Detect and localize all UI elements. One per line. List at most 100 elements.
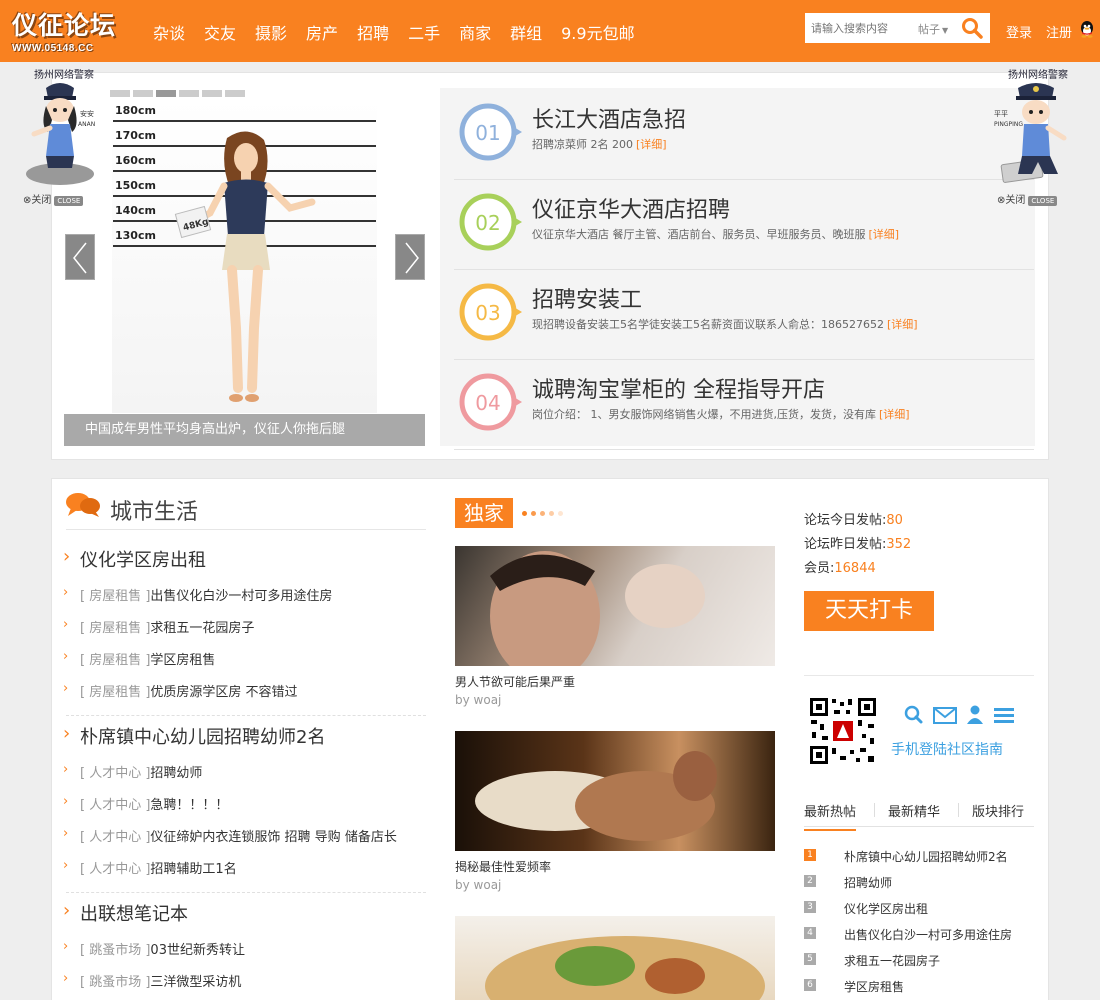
stat-members: 会员:16844: [804, 561, 876, 576]
svg-text:03: 03: [475, 301, 500, 325]
rank-title[interactable]: 求租五一花园房子: [844, 952, 940, 969]
category-tag[interactable]: [ 房屋租售 ]: [80, 653, 150, 668]
city-list-item[interactable]: [ 房屋租售 ]优质房源学区房 不容错过: [63, 681, 298, 700]
login-link[interactable]: 登录: [1006, 22, 1032, 41]
tab-latest-featured[interactable]: 最新精华: [888, 801, 940, 820]
rank-title[interactable]: 出售仪化白沙一村可多用途住房: [844, 926, 1012, 943]
cyber-police-left[interactable]: 扬州网络警察 安安 ANAN ⊗关闭 CLOSE: [20, 66, 102, 206]
category-tag[interactable]: [ 人才中心 ]: [80, 830, 150, 845]
close-cyber-police-left[interactable]: ⊗关闭 CLOSE: [23, 191, 84, 206]
site-logo[interactable]: 仪征论坛 WWW.05148.CC: [12, 6, 140, 58]
qq-penguin-icon[interactable]: [1079, 20, 1095, 38]
city-list-item[interactable]: [ 人才中心 ]招聘幼师: [63, 762, 202, 781]
nav-item-ershou[interactable]: 二手: [408, 20, 440, 44]
ranking-item[interactable]: 6 学区房租售: [804, 978, 1034, 998]
category-tag[interactable]: [ 跳蚤市场 ]: [80, 975, 150, 990]
city-group-title[interactable]: 出联想笔记本: [63, 900, 188, 926]
nav-item-zhaopin[interactable]: 招聘: [357, 20, 389, 44]
job-item[interactable]: 02 仪征京华大酒店招聘 仪征京华大酒店 餐厅主管、酒店前台、服务员、早班服务员、晚…: [454, 180, 1034, 270]
nav-item-baoyou[interactable]: 9.9元包邮: [561, 20, 634, 44]
nav-item-fangchan[interactable]: 房产: [306, 20, 338, 44]
exclusive-author-2[interactable]: by woaj: [455, 878, 501, 892]
city-group-title[interactable]: 朴席镇中心幼儿园招聘幼师2名: [63, 723, 325, 749]
slider-image-height-chart[interactable]: 180cm 170cm 160cm 150cm 140cm 130cm 48Kg: [112, 98, 377, 413]
rank-title[interactable]: 朴席镇中心幼儿园招聘幼师2名: [844, 848, 1008, 865]
nav-item-jiaoyou[interactable]: 交友: [204, 20, 236, 44]
ranking-item[interactable]: 3 仪化学区房出租: [804, 900, 1034, 920]
job-item[interactable]: 03 招聘安装工 现招聘设备安装工5名学徒安装工5名薪资面议联系人俞总：186527…: [454, 270, 1034, 360]
city-list-item[interactable]: [ 跳蚤市场 ]03世纪新秀转让: [63, 939, 245, 958]
mobile-guide-link[interactable]: 手机登陆社区指南: [891, 739, 1003, 759]
city-list-item[interactable]: [ 房屋租售 ]求租五一花园房子: [63, 617, 254, 636]
daily-checkin-button[interactable]: 天天打卡: [804, 591, 934, 631]
nav-item-qunzu[interactable]: 群组: [510, 20, 542, 44]
category-tag[interactable]: [ 人才中心 ]: [80, 862, 150, 877]
post-title[interactable]: 优质房源学区房 不容错过: [150, 685, 297, 700]
job-title[interactable]: 长江大酒店急招: [532, 102, 686, 134]
slider-prev-button[interactable]: [65, 234, 95, 280]
register-link[interactable]: 注册: [1046, 22, 1072, 41]
post-title[interactable]: 仪征缔妒内衣连锁服饰 招聘 导购 储备店长: [150, 830, 396, 845]
job-detail-link[interactable]: [详细]: [879, 408, 910, 421]
top-navbar: 仪征论坛 WWW.05148.CC 杂谈 交友 摄影 房产 招聘 二手 商家 群…: [0, 0, 1100, 62]
category-tag[interactable]: [ 房屋租售 ]: [80, 685, 150, 700]
exclusive-image-2[interactable]: [455, 731, 775, 851]
job-detail-link[interactable]: [详细]: [636, 138, 667, 151]
exclusive-author-1[interactable]: by woaj: [455, 693, 501, 707]
search-type-select[interactable]: 帖子 ▼: [918, 21, 948, 37]
exclusive-caption-2[interactable]: 揭秘最佳性爱频率: [455, 858, 551, 875]
job-title[interactable]: 仪征京华大酒店招聘: [532, 192, 730, 224]
city-list-item[interactable]: [ 人才中心 ]急聘！！！！: [63, 794, 228, 813]
tab-board-ranking[interactable]: 版块排行: [972, 801, 1024, 820]
ranking-item[interactable]: 5 求租五一花园房子: [804, 952, 1034, 972]
svg-text:扬州网络警察: 扬州网络警察: [34, 68, 94, 81]
close-cyber-police-right[interactable]: ⊗关闭 CLOSE: [997, 191, 1058, 206]
category-tag[interactable]: [ 房屋租售 ]: [80, 589, 150, 604]
slider-caption[interactable]: 中国成年男性平均身高出炉，仪征人你拖后腿: [64, 414, 425, 446]
post-title[interactable]: 03世纪新秀转让: [150, 943, 245, 958]
job-item[interactable]: 04 诚聘淘宝掌柜的 全程指导开店 岗位介绍： 1、男女服饰网络销售火爆，不用进货,…: [454, 360, 1034, 450]
post-title[interactable]: 出售仪化白沙一村可多用途住房: [150, 589, 332, 604]
logo-url: WWW.05148.CC: [12, 43, 94, 54]
rank-title[interactable]: 学区房租售: [844, 978, 904, 995]
post-title[interactable]: 学区房租售: [150, 653, 215, 668]
nav-item-zatan[interactable]: 杂谈: [153, 20, 185, 44]
post-title[interactable]: 三洋微型采访机: [150, 975, 241, 990]
job-title[interactable]: 诚聘淘宝掌柜的 全程指导开店: [532, 372, 825, 404]
exclusive-image-1[interactable]: [455, 546, 775, 666]
ranking-item[interactable]: 4 出售仪化白沙一村可多用途住房: [804, 926, 1034, 946]
category-tag[interactable]: [ 人才中心 ]: [80, 766, 150, 781]
post-title[interactable]: 求租五一花园房子: [150, 621, 254, 636]
city-list-item[interactable]: [ 人才中心 ]招聘辅助工1名: [63, 858, 237, 877]
city-group-title[interactable]: 仪化学区房出租: [63, 546, 206, 572]
search-icon[interactable]: [961, 17, 983, 39]
tab-latest-hot[interactable]: 最新热帖: [804, 801, 857, 831]
job-detail-link[interactable]: [详细]: [869, 228, 900, 241]
rank-title[interactable]: 仪化学区房出租: [844, 900, 928, 917]
post-title[interactable]: 招聘辅助工1名: [150, 862, 236, 877]
post-title[interactable]: 招聘幼师: [150, 766, 202, 781]
category-tag[interactable]: [ 房屋租售 ]: [80, 621, 150, 636]
category-tag[interactable]: [ 人才中心 ]: [80, 798, 150, 813]
search-input[interactable]: [811, 20, 907, 37]
slider-next-button[interactable]: [395, 234, 425, 280]
job-detail-link[interactable]: [详细]: [887, 318, 918, 331]
city-list-item[interactable]: [ 跳蚤市场 ]三洋微型采访机: [63, 971, 241, 990]
ranking-item[interactable]: 1 朴席镇中心幼儿园招聘幼师2名: [804, 848, 1034, 868]
job-item[interactable]: 01 长江大酒店急招 招聘凉菜师 2名 200 [详细]: [454, 90, 1034, 180]
nav-item-sheying[interactable]: 摄影: [255, 20, 287, 44]
image-slider[interactable]: 180cm 170cm 160cm 150cm 140cm 130cm 48Kg…: [64, 88, 425, 446]
post-title[interactable]: 急聘！！！！: [150, 798, 228, 813]
exclusive-caption-1[interactable]: 男人节欲可能后果严重: [455, 673, 575, 690]
nav-item-shangjia[interactable]: 商家: [459, 20, 491, 44]
cyber-police-right[interactable]: 扬州网络警察 平平 PINGPING ⊗关闭 CLOSE: [994, 66, 1076, 206]
category-tag[interactable]: [ 跳蚤市场 ]: [80, 943, 150, 958]
rank-title[interactable]: 招聘幼师: [844, 874, 892, 891]
city-list-item[interactable]: [ 房屋租售 ]学区房租售: [63, 649, 215, 668]
exclusive-dots[interactable]: [522, 511, 563, 516]
job-title[interactable]: 招聘安装工: [532, 282, 642, 314]
city-list-item[interactable]: [ 人才中心 ]仪征缔妒内衣连锁服饰 招聘 导购 储备店长: [63, 826, 397, 845]
ranking-item[interactable]: 2 招聘幼师: [804, 874, 1034, 894]
exclusive-image-3[interactable]: [455, 916, 775, 1000]
city-list-item[interactable]: [ 房屋租售 ]出售仪化白沙一村可多用途住房: [63, 585, 332, 604]
